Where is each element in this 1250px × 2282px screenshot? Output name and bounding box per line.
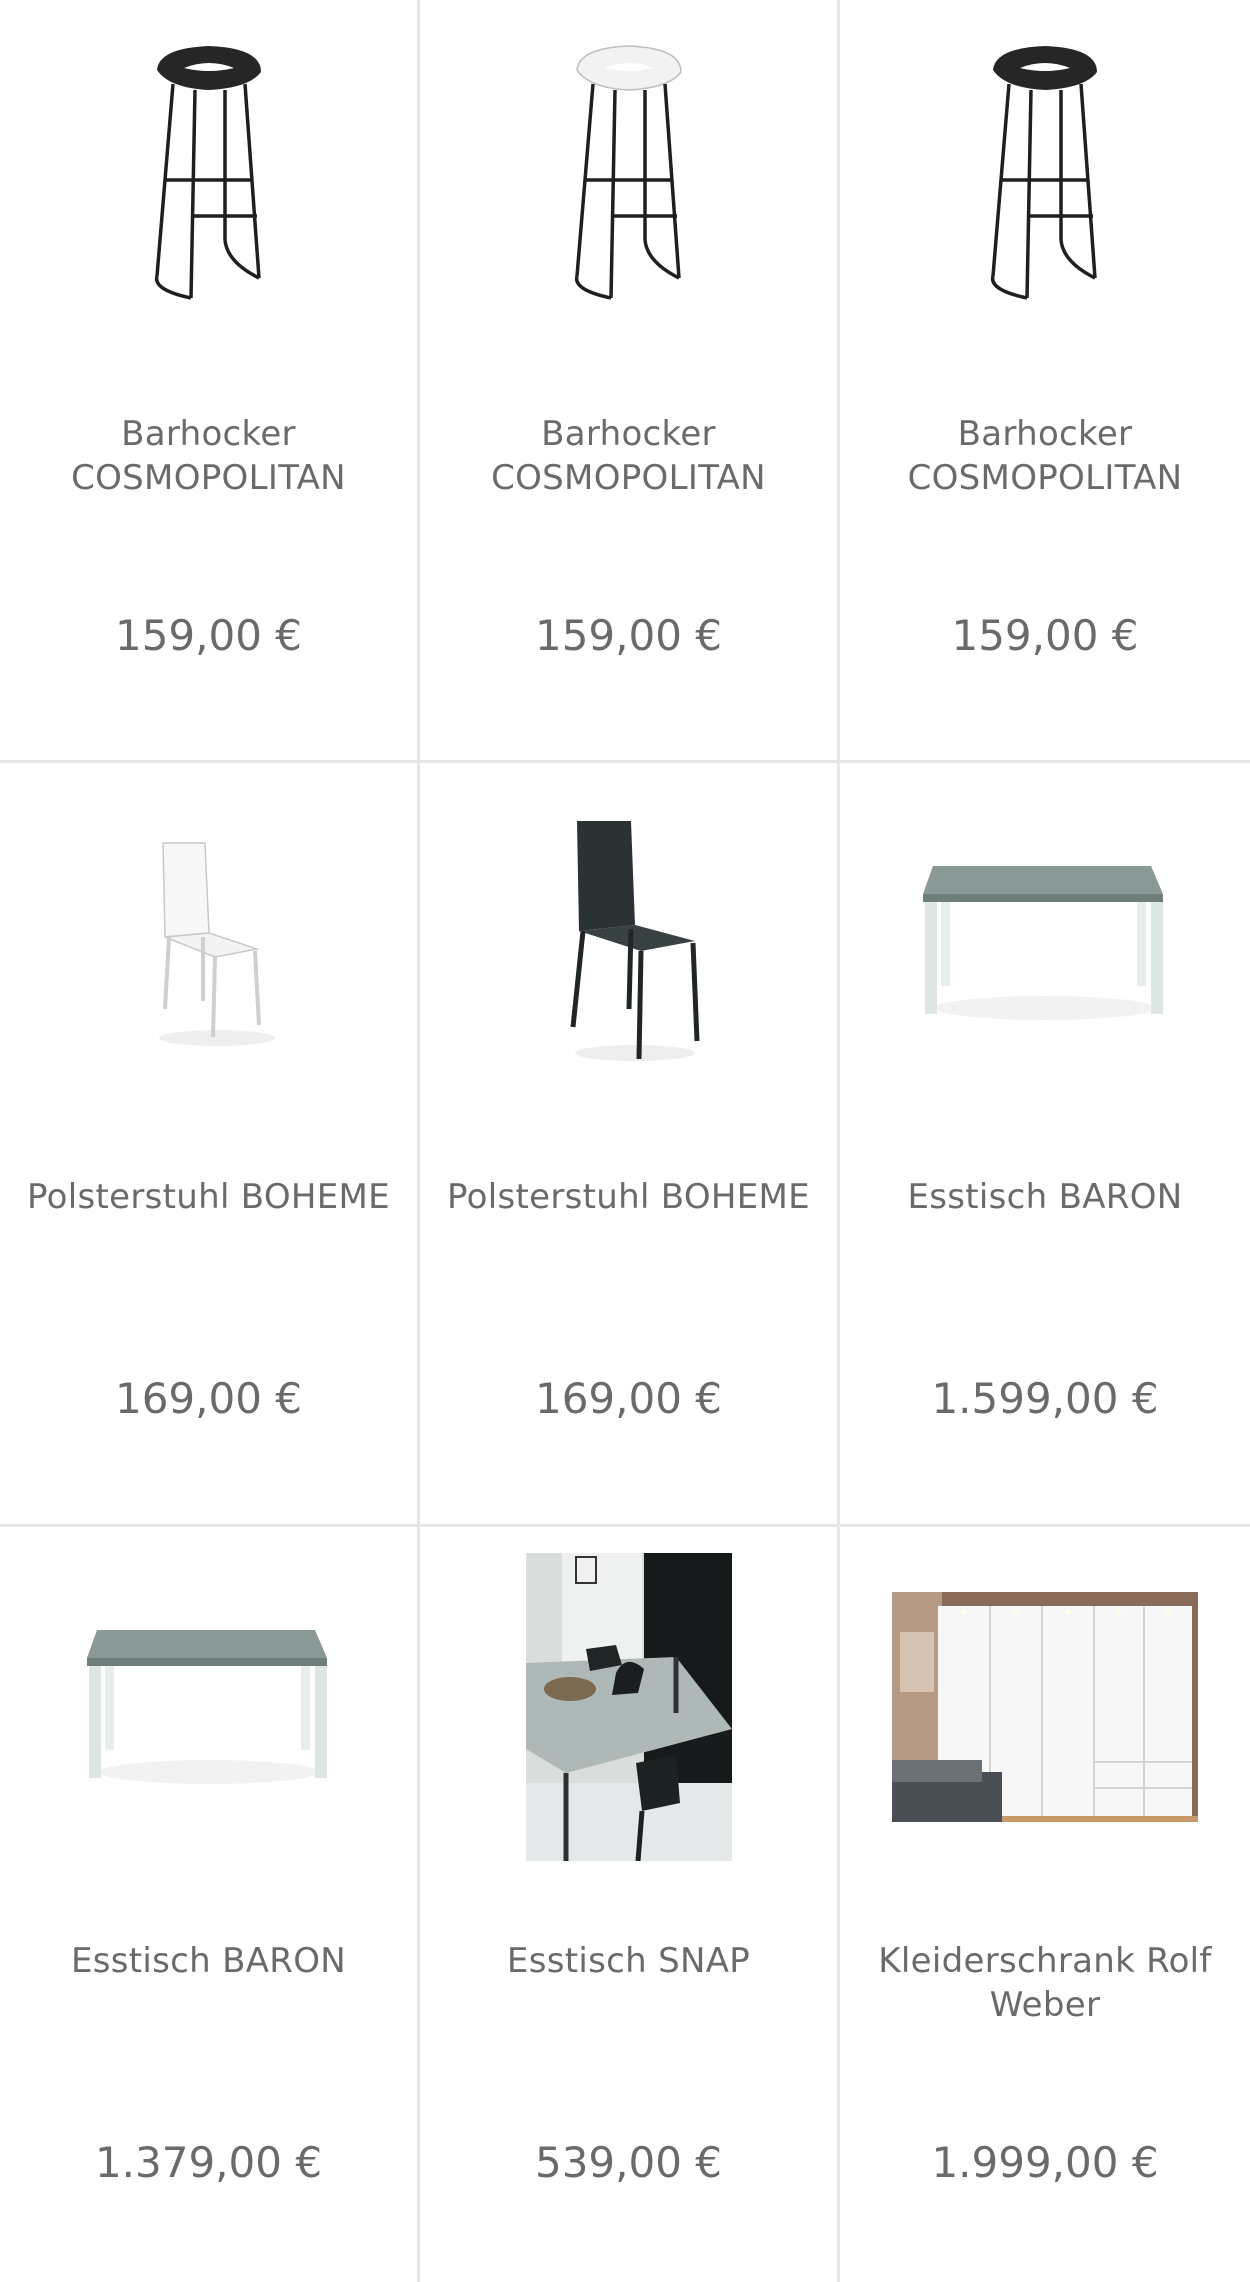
product-image[interactable] xyxy=(0,783,417,1103)
product-card[interactable]: Esstisch BARON 1.599,00 € xyxy=(840,763,1250,1524)
chair-black-icon xyxy=(570,821,699,1061)
product-title[interactable]: Barhocker COSMOPOLITAN xyxy=(430,412,827,500)
product-card[interactable]: Polsterstuhl BOHEME 169,00 € xyxy=(420,763,837,1524)
product-title[interactable]: Barhocker COSMOPOLITAN xyxy=(10,412,407,500)
product-image[interactable] xyxy=(840,1547,1250,1867)
product-card[interactable]: Barhocker COSMOPOLITAN 159,00 € xyxy=(840,0,1250,760)
product-card[interactable]: Kleiderschrank Rolf Weber 1.999,00 € xyxy=(840,1527,1250,2282)
product-grid: Barhocker COSMOPOLITAN 159,00 € Barhocke… xyxy=(0,0,1250,2282)
dining-room-photo-icon xyxy=(525,1553,732,1861)
product-title[interactable]: Esstisch BARON xyxy=(10,1939,407,1983)
product-title[interactable]: Barhocker COSMOPOLITAN xyxy=(850,412,1240,500)
product-price: 1.599,00 € xyxy=(931,1374,1159,1423)
product-card[interactable]: Polsterstuhl BOHEME 169,00 € xyxy=(0,763,417,1524)
product-card[interactable]: Barhocker COSMOPOLITAN 159,00 € xyxy=(0,0,417,760)
product-title[interactable]: Polsterstuhl BOHEME xyxy=(10,1175,407,1219)
bar-stool-black-icon xyxy=(154,46,261,300)
wardrobe-photo-icon xyxy=(892,1592,1198,1822)
product-image[interactable] xyxy=(420,783,837,1103)
chair-white-icon xyxy=(158,842,275,1046)
product-image[interactable] xyxy=(840,783,1250,1103)
dining-table-icon xyxy=(923,866,1163,1020)
product-price: 169,00 € xyxy=(534,1374,723,1423)
dining-table-icon xyxy=(86,1630,327,1784)
product-image[interactable] xyxy=(420,1547,837,1867)
product-price: 159,00 € xyxy=(534,611,723,660)
bar-stool-white-icon xyxy=(574,45,682,300)
product-title[interactable]: Kleiderschrank Rolf Weber xyxy=(850,1939,1240,2027)
product-price: 1.379,00 € xyxy=(94,2138,323,2187)
product-image[interactable] xyxy=(840,20,1250,340)
product-title[interactable]: Esstisch SNAP xyxy=(430,1939,827,1983)
product-image[interactable] xyxy=(420,20,837,340)
product-price: 1.999,00 € xyxy=(931,2138,1159,2187)
product-price: 159,00 € xyxy=(951,611,1139,660)
product-card[interactable]: Esstisch BARON 1.379,00 € xyxy=(0,1527,417,2282)
product-price: 159,00 € xyxy=(114,611,303,660)
product-price: 169,00 € xyxy=(114,1374,303,1423)
bar-stool-black-icon xyxy=(990,46,1097,300)
product-card[interactable]: Esstisch SNAP 539,00 € xyxy=(420,1527,837,2282)
product-title[interactable]: Polsterstuhl BOHEME xyxy=(430,1175,827,1219)
product-image[interactable] xyxy=(0,1547,417,1867)
product-image[interactable] xyxy=(0,20,417,340)
product-price: 539,00 € xyxy=(534,2138,723,2187)
product-card[interactable]: Barhocker COSMOPOLITAN 159,00 € xyxy=(420,0,837,760)
product-title[interactable]: Esstisch BARON xyxy=(850,1175,1240,1219)
